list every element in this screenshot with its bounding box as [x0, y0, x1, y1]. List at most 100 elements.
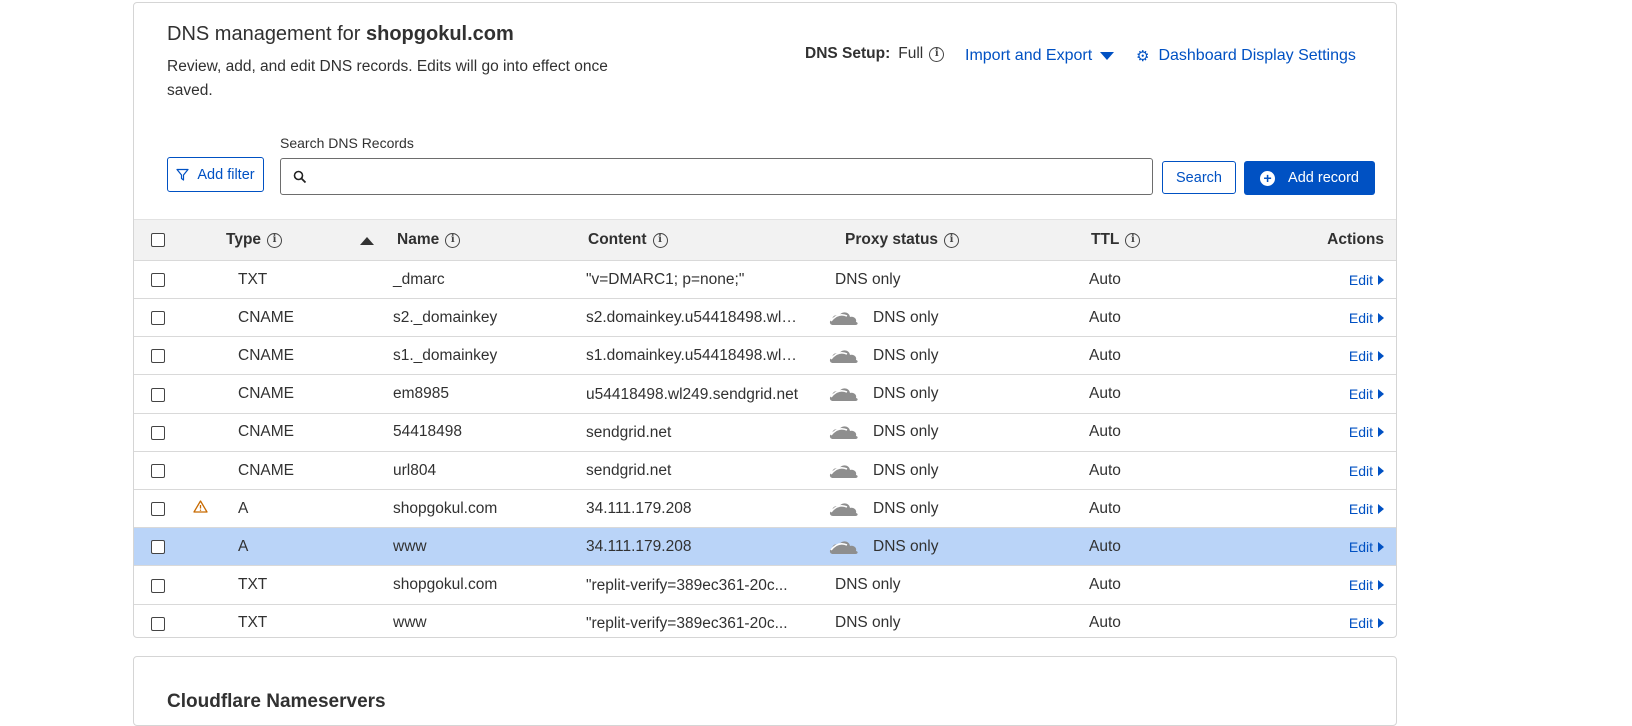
record-name: em8985 [393, 385, 450, 403]
table-row[interactable]: TXT _dmarc "v=DMARC1; p=none;" DNS only Auto… [134, 261, 1396, 299]
cloud-icon [829, 503, 858, 516]
edit-button[interactable]: Edit [1349, 605, 1384, 637]
record-content: s1.domainkey.u54418498.wl249.sendgrid.ne… [586, 347, 800, 365]
info-icon[interactable]: i [1125, 232, 1141, 248]
proxy-status: DNS only [829, 490, 939, 527]
cloud-icon [829, 464, 858, 478]
add-filter-label: Add filter [197, 166, 255, 183]
edit-button[interactable]: Edit [1349, 337, 1384, 374]
record-content: sendgrid.net [586, 423, 672, 441]
page-title: DNS management for shopgokul.com [167, 23, 514, 46]
table-header: Type i Name i Content i Proxy status i T… [134, 219, 1396, 261]
search-field[interactable] [280, 158, 1153, 195]
select-all-checkbox[interactable] [151, 233, 165, 247]
column-content[interactable]: Content i [588, 220, 668, 260]
row-checkbox[interactable] [151, 540, 165, 555]
record-ttl: Auto [1089, 385, 1121, 403]
warning-icon[interactable] [193, 500, 208, 513]
table-row[interactable]: Ashopgokul.com 34.111.179.208 DNS only Auto… [134, 490, 1396, 529]
column-ttl-label: TTL [1091, 231, 1120, 248]
record-content: "v=DMARC1; p=none;" [586, 271, 745, 288]
proxy-status-label: DNS only [835, 614, 901, 632]
edit-button[interactable]: Edit [1349, 528, 1384, 565]
search-icon [293, 170, 307, 183]
row-checkbox[interactable] [151, 464, 165, 478]
edit-label: Edit [1348, 500, 1373, 517]
add-record-label: Add record [1288, 170, 1359, 186]
row-checkbox[interactable] [151, 425, 165, 440]
info-icon[interactable]: i [944, 232, 960, 248]
record-type: CNAME [238, 423, 294, 441]
table-row[interactable]: Awww 34.111.179.208 DNS only Auto Edit [134, 528, 1396, 567]
record-type: TXT [238, 576, 268, 594]
proxy-status-label: DNS only [873, 499, 939, 517]
table-row[interactable]: CNAME s1._domainkey s1.domainkey.u54418498… [134, 337, 1396, 376]
info-icon[interactable]: i [652, 232, 668, 248]
record-name: _dmarc [393, 270, 445, 288]
caret-right-icon [1378, 503, 1384, 514]
proxy-status-label: DNS only [835, 270, 901, 288]
record-ttl: Auto [1089, 614, 1121, 632]
column-type[interactable]: Type i [226, 220, 283, 260]
record-ttl: Auto [1089, 499, 1121, 517]
record-name: shopgokul.com [393, 499, 498, 517]
proxy-status-label: DNS only [873, 346, 939, 364]
dns-management-card: DNS management for shopgokul.com Review,… [133, 2, 1397, 638]
import-export-menu[interactable]: Import and Export [965, 47, 1115, 65]
record-name: url804 [393, 461, 437, 479]
record-type: A [238, 537, 249, 555]
caret-right-icon [1378, 350, 1384, 361]
table-row[interactable]: CNAME url804 sendgrid.net DNS only Auto Edit [134, 452, 1396, 490]
info-icon[interactable]: i [929, 46, 945, 62]
edit-button[interactable]: Edit [1349, 567, 1384, 604]
edit-label: Edit [1348, 347, 1373, 364]
column-ttl[interactable]: TTL i [1091, 220, 1141, 260]
search-button[interactable]: Search [1162, 161, 1236, 194]
row-checkbox[interactable] [151, 616, 165, 631]
cloud-icon [829, 350, 858, 363]
table-row[interactable]: CNAME em8985 u54418498.wl249.sendgrid.net D… [134, 376, 1396, 414]
proxy-status: DNS only [835, 605, 901, 637]
record-ttl: Auto [1089, 537, 1121, 555]
cloud-icon [829, 388, 858, 402]
row-checkbox[interactable] [151, 311, 165, 326]
record-name: www [393, 537, 427, 555]
dns-setup-label: DNS Setup: [805, 45, 891, 62]
row-checkbox[interactable] [151, 578, 165, 593]
proxy-status-label: DNS only [873, 385, 939, 403]
add-filter-button[interactable]: Add filter [167, 157, 264, 192]
info-icon[interactable]: i [267, 232, 283, 248]
edit-button[interactable]: Edit [1349, 452, 1384, 489]
row-checkbox[interactable] [151, 349, 165, 364]
filter-icon [176, 168, 189, 181]
column-content-label: Content [588, 231, 647, 248]
column-name[interactable]: Name i [397, 220, 461, 260]
column-proxy-status[interactable]: Proxy status i [845, 220, 960, 260]
table-row[interactable]: CNAME s2._domainkey s2.domainkey.u54418498… [134, 299, 1396, 338]
table-row[interactable]: TXT shopgokul.com "replit-verify=389ec361-… [134, 567, 1396, 605]
search-input[interactable] [315, 167, 1139, 186]
add-record-button[interactable]: + Add record [1244, 161, 1375, 195]
row-checkbox[interactable] [151, 273, 165, 287]
table-row[interactable]: CNAME 54418498 sendgrid.net DNS only Auto Edi… [134, 414, 1396, 452]
edit-button[interactable]: Edit [1349, 490, 1384, 527]
caret-right-icon [1378, 541, 1384, 552]
edit-button[interactable]: Edit [1349, 414, 1384, 451]
info-icon[interactable]: i [445, 232, 461, 248]
edit-button[interactable]: Edit [1349, 261, 1384, 298]
row-checkbox[interactable] [151, 502, 165, 517]
row-checkbox[interactable] [151, 387, 165, 402]
record-ttl: Auto [1089, 461, 1121, 479]
sort-ascending-icon[interactable] [360, 237, 374, 245]
edit-button[interactable]: Edit [1349, 376, 1384, 413]
proxy-status-label: DNS only [835, 576, 901, 594]
proxy-status-label: DNS only [873, 537, 939, 555]
nameservers-card: Cloudflare Nameservers [133, 656, 1397, 726]
column-type-label: Type [226, 231, 262, 248]
record-ttl: Auto [1089, 423, 1121, 441]
table-row[interactable]: TXT www "replit-verify=389ec361-20c... DNS … [134, 605, 1396, 637]
dashboard-display-settings-link[interactable]: ⚙ Dashboard Display Settings [1136, 47, 1356, 65]
proxy-status: DNS only [835, 261, 900, 298]
edit-button[interactable]: Edit [1349, 299, 1384, 336]
proxy-status: DNS only [829, 337, 939, 374]
